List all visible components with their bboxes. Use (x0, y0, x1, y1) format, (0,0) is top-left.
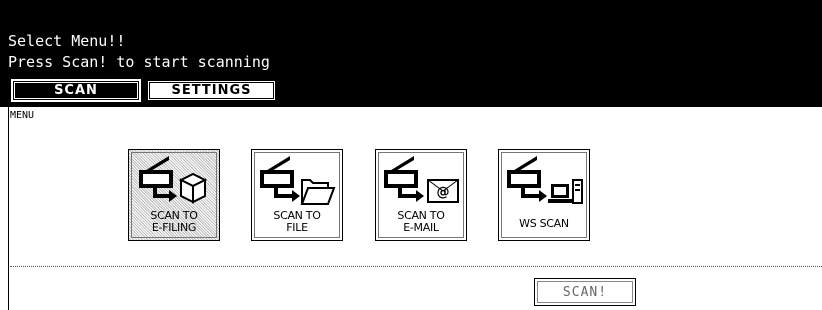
ws-scan-button[interactable]: WS SCAN (498, 149, 590, 241)
message-line-2: Press Scan! to start scanning (8, 53, 270, 71)
tab-scan[interactable]: SCAN (11, 79, 141, 102)
scan-to-file-button[interactable]: SCAN TO FILE (251, 149, 343, 241)
panel-border (8, 107, 9, 310)
scan-to-efiling-label: SCAN TO E-FILING (150, 209, 198, 234)
svg-text:@: @ (437, 185, 450, 200)
scan-to-email-button[interactable]: @ SCAN TO E-MAIL (375, 149, 467, 241)
scan-to-efiling-button[interactable]: SCAN TO E-FILING (128, 149, 220, 241)
scan-to-email-label: SCAN TO E-MAIL (397, 209, 445, 234)
scan-to-file-label: SCAN TO FILE (273, 209, 321, 234)
tab-settings[interactable]: SETTINGS (147, 80, 276, 101)
ws-scan-label: WS SCAN (519, 217, 569, 230)
menu-label: MENU (10, 110, 35, 121)
header-panel: Select Menu!! Press Scan! to start scann… (0, 0, 822, 107)
message-line-1: Select Menu!! (8, 32, 126, 50)
scan-start-button[interactable]: SCAN! (534, 278, 636, 306)
divider (10, 266, 822, 267)
